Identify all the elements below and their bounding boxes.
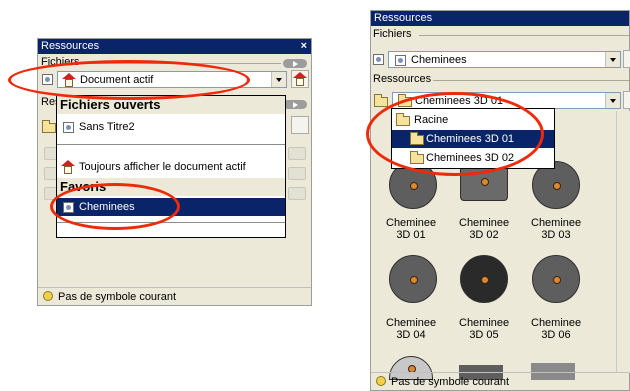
resource-side-button[interactable] [291,116,309,134]
right-status-bar: Pas de symbole courant [371,372,629,390]
symbol-thumbnail [389,255,437,303]
list-row-button[interactable] [288,187,306,200]
always-show-label: Toujours afficher le document actif [79,161,246,173]
annotation-oval [366,92,544,176]
symbol-thumbnail [532,255,580,303]
symbol-label: Cheminee 3D 01 [386,217,437,241]
left-panel-title: Ressources [41,40,100,52]
resources-section-label: Ressources [373,73,432,85]
document-icon [373,54,384,65]
annotation-oval [8,60,250,100]
symbol-label: Cheminee 3D 02 [459,217,510,241]
chevron-down-icon[interactable] [605,93,620,108]
files-expand-icon[interactable] [283,59,307,68]
symbol-item[interactable]: Cheminee 3D 06 [521,251,591,341]
home-icon [61,160,75,174]
symbol-item[interactable]: Cheminee 3D 04 [376,251,446,341]
left-status-text: Pas de symbole courant [58,291,177,303]
chevron-down-icon[interactable] [271,72,286,87]
folder-icon [374,94,388,107]
list-row-button[interactable] [288,167,306,180]
home-icon [293,72,307,86]
right-resources-panel: Ressources Fichiers Cheminees Ressources… [370,10,630,391]
symbol-scrollbar[interactable] [616,111,630,373]
right-status-text: Pas de symbole courant [391,376,510,388]
close-icon[interactable]: × [301,39,307,54]
symbol-label: Cheminee 3D 05 [459,317,510,341]
symbol-icon [43,291,53,301]
file-source-value: Cheminees [411,54,467,66]
symbol-label: Cheminee 3D 06 [531,317,582,341]
symbol-label: Cheminee 3D 04 [386,317,437,341]
document-icon [63,122,74,133]
symbol-item[interactable]: Cheminee 3D 05 [449,251,519,341]
list-item[interactable]: Sans Titre2 [57,118,285,136]
right-panel-title: Ressources [374,12,433,24]
resources-divider [433,80,629,81]
files-section-label: Fichiers [373,28,412,40]
home-button[interactable] [291,70,309,88]
list-row-button[interactable] [288,147,306,160]
folder-icon [42,120,56,133]
document-icon [395,55,406,66]
file-source-combo[interactable]: Cheminees [388,51,621,68]
resources-expand-icon[interactable] [283,100,307,109]
symbol-icon [376,376,386,386]
chevron-down-icon[interactable] [605,52,620,67]
dropdown-divider [57,144,285,145]
home-button[interactable] [623,50,630,68]
list-item-label: Sans Titre2 [79,121,135,133]
resource-side-button[interactable] [623,91,630,109]
files-divider [419,35,629,36]
left-panel-titlebar: Ressources × [38,39,311,54]
annotation-oval [50,183,180,230]
left-status-bar: Pas de symbole courant [38,287,311,305]
always-show-active-item[interactable]: Toujours afficher le document actif [57,158,285,176]
symbol-label: Cheminee 3D 03 [531,217,582,241]
right-panel-titlebar: Ressources [371,11,629,26]
symbol-thumbnail [460,255,508,303]
